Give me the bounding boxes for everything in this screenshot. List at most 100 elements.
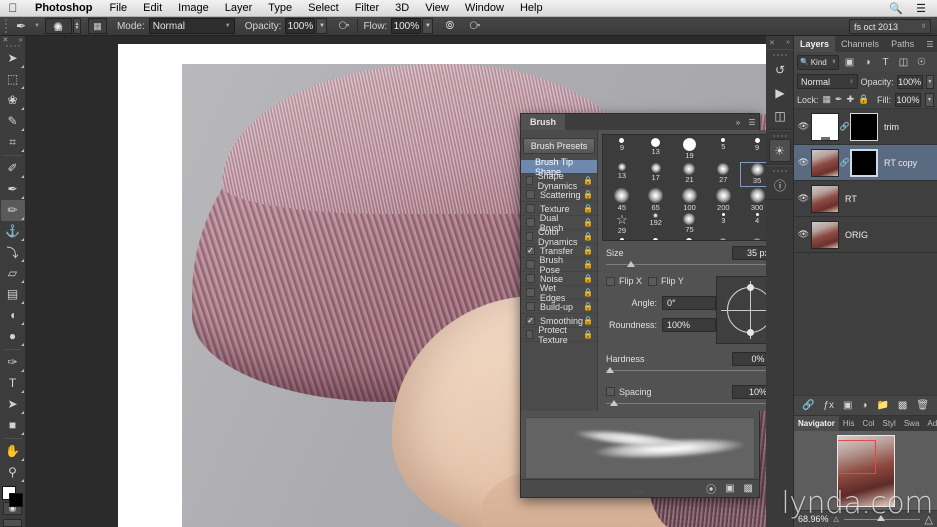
menu-item-layer[interactable]: Layer xyxy=(217,2,261,14)
layer-opacity-arrow[interactable]: ▼ xyxy=(925,74,934,89)
tab-layers[interactable]: Layers xyxy=(794,36,836,52)
brush-tip-grid[interactable]: 9 13 19 5 9 13 17 21 27 35 45 65 100 200 300 ☆ 29 192 75 3 4 xyxy=(603,135,776,240)
clone-stamp-tool[interactable]: ⚓ xyxy=(1,221,25,242)
spacing-checkbox[interactable]: Spacing xyxy=(606,387,652,397)
brush-tip-200[interactable]: 200 xyxy=(706,187,740,212)
menu-item-select[interactable]: Select xyxy=(300,2,347,14)
collapse-icon[interactable]: » xyxy=(731,114,745,130)
brush-tip-5[interactable]: 5 xyxy=(706,137,740,162)
checkbox-icon[interactable] xyxy=(526,302,535,311)
checkbox-icon[interactable] xyxy=(526,204,535,213)
pressure-size-icon[interactable]: ⧂ xyxy=(466,18,483,35)
brush-tip-item-21[interactable] xyxy=(639,237,673,240)
history-panel-icon[interactable]: ↺ xyxy=(766,58,794,81)
menu-item-file[interactable]: File xyxy=(101,2,135,14)
layer-opacity-input[interactable]: 100% xyxy=(896,74,923,89)
brush-tip-9[interactable]: 9 xyxy=(605,137,639,162)
flip-y-checkbox[interactable]: Flip Y xyxy=(648,276,684,286)
panel-menu-icon[interactable]: ☰ xyxy=(745,114,759,130)
expand-columns-icon[interactable]: » xyxy=(19,37,23,44)
slider-knob[interactable] xyxy=(627,261,636,267)
healing-brush-tool[interactable]: ✒ xyxy=(1,179,25,200)
checkbox-icon[interactable] xyxy=(526,176,533,185)
spacing-slider[interactable] xyxy=(606,400,784,410)
filter-pixel-icon[interactable]: ▣ xyxy=(842,55,857,70)
filter-adjustment-icon[interactable]: ◑ xyxy=(860,55,875,70)
rectangle-tool[interactable]: ■ xyxy=(1,415,25,436)
brush-tip-item-20[interactable] xyxy=(605,237,639,240)
checkbox-icon[interactable] xyxy=(526,288,535,297)
menu-item-view[interactable]: View xyxy=(417,2,457,14)
brush-tip-29[interactable]: ☆ 29 xyxy=(605,212,639,237)
filter-smart-icon[interactable]: ☉ xyxy=(914,55,929,70)
brush-tip-21[interactable]: 21 xyxy=(673,162,707,187)
menu-item-type[interactable]: Type xyxy=(260,2,300,14)
brush-size-stepper[interactable]: ▲ ▼ xyxy=(72,18,81,34)
layer-thumbnail[interactable] xyxy=(811,148,839,177)
lock-icon[interactable]: 🔒 xyxy=(583,232,593,241)
dial-handle-top[interactable] xyxy=(747,284,754,291)
chevron-down-icon[interactable]: ▼ xyxy=(34,23,40,29)
close-icon[interactable]: ✕ xyxy=(769,39,775,47)
options-bar-grip[interactable] xyxy=(3,19,10,34)
layer-name[interactable]: RT xyxy=(845,194,857,204)
brush-icon[interactable]: ✒ xyxy=(10,19,32,33)
new-group-icon[interactable]: 📁 xyxy=(876,400,888,411)
lock-all-icon[interactable]: 🔒 xyxy=(858,94,869,105)
zoom-slider[interactable] xyxy=(843,513,920,525)
lock-icon[interactable]: 🔒 xyxy=(583,176,593,185)
delete-layer-icon[interactable]: 🗑 xyxy=(916,400,929,411)
slider-knob[interactable] xyxy=(606,367,614,373)
layer-row[interactable]: 👁 🔗 trim xyxy=(794,109,937,145)
brush-option-protect-texture[interactable]: Protect Texture 🔒 xyxy=(521,325,597,345)
layer-thumbnail[interactable] xyxy=(811,184,839,213)
checkbox-icon[interactable] xyxy=(526,260,535,269)
foreground-background-color[interactable] xyxy=(1,485,25,507)
brush-option-build-up[interactable]: Build-up 🔒 xyxy=(521,300,597,314)
menu-item-window[interactable]: Window xyxy=(457,2,512,14)
brush-tip-13[interactable]: 13 xyxy=(605,162,639,187)
brush-tool[interactable]: ✏ xyxy=(0,199,25,221)
screen-mode-icon[interactable] xyxy=(3,519,22,527)
close-icon[interactable]: ✕ xyxy=(3,36,9,44)
brush-panel-titlebar-drag[interactable] xyxy=(566,114,731,130)
rectangular-marquee-tool[interactable]: ⬚ xyxy=(1,69,25,90)
brush-preset-swatch[interactable]: 35 xyxy=(44,18,72,34)
eye-icon[interactable]: 👁 xyxy=(796,193,811,204)
tab-swatches[interactable]: Swa xyxy=(900,416,924,431)
properties-panel-icon[interactable]: ◫ xyxy=(766,104,794,127)
menu-item-3d[interactable]: 3D xyxy=(387,2,417,14)
brush-option-scattering[interactable]: Scattering 🔒 xyxy=(521,188,597,202)
brush-tip-19[interactable]: 19 xyxy=(673,137,707,162)
lock-icon[interactable]: 🔒 xyxy=(583,316,593,325)
navigator-preview[interactable] xyxy=(794,431,937,510)
layer-name[interactable]: trim xyxy=(884,122,899,132)
eyedropper-tool[interactable]: ✐ xyxy=(1,158,25,179)
tab-color[interactable]: Col xyxy=(858,416,878,431)
angle-input[interactable]: 0° xyxy=(662,295,716,310)
layer-style-icon[interactable]: ƒx xyxy=(823,400,834,411)
menu-app-name[interactable]: Photoshop xyxy=(26,2,101,14)
flow-dropdown-arrow[interactable]: ▼ xyxy=(422,18,434,34)
lock-icon[interactable]: 🔒 xyxy=(583,246,593,255)
create-new-brush-icon[interactable]: ▩ xyxy=(744,483,753,494)
tab-navigator[interactable]: Navigator xyxy=(794,416,839,431)
checkbox-icon[interactable] xyxy=(526,190,535,199)
flip-x-checkbox[interactable]: Flip X xyxy=(606,276,642,286)
fill-input[interactable]: 100% xyxy=(895,92,921,107)
resize-grip[interactable]: ···· xyxy=(634,490,646,496)
brush-tip-item-22[interactable] xyxy=(673,237,707,240)
link-icon[interactable]: 🔗 xyxy=(839,122,850,131)
apple-logo-icon[interactable]:  xyxy=(0,2,26,14)
tab-paths[interactable]: Paths xyxy=(885,36,920,52)
checkbox-checked-icon[interactable]: ✓ xyxy=(526,246,535,255)
add-mask-icon[interactable]: ▣ xyxy=(843,400,852,411)
layer-row[interactable]: 👁 ORIG xyxy=(794,217,937,253)
hardness-slider[interactable] xyxy=(606,367,784,377)
workspace-picker[interactable]: fs oct 2013 ⇳ xyxy=(849,19,931,34)
brush-tip-13[interactable]: 13 xyxy=(639,137,673,162)
layer-mask-thumbnail[interactable] xyxy=(850,148,878,177)
lock-icon[interactable]: 🔒 xyxy=(583,204,593,213)
pressure-opacity-icon[interactable]: ⧂ xyxy=(335,18,352,35)
filter-shape-icon[interactable]: ◫ xyxy=(896,55,911,70)
